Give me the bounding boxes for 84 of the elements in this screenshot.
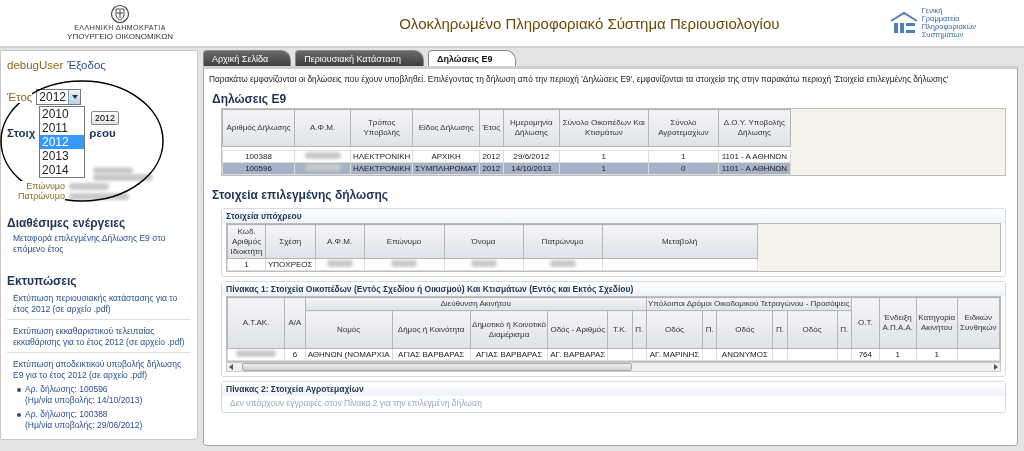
section-heading: Διαθέσιμες ενέργειες	[7, 216, 126, 230]
column-header: Σύνολο Οικοπέδων Και Κτισμάτων	[559, 109, 649, 147]
table-cell: 29/6/2012	[503, 150, 560, 163]
year-select[interactable]: 2012	[36, 89, 82, 105]
section-heading: Στοιχ	[7, 127, 36, 139]
panel-title: Στοιχεία υπόχρεου	[222, 209, 1005, 223]
empty-message: Δεν υπάρχουν εγγραφές στον Πίνακα 2 για την επιλεγμένη δήλωση	[229, 397, 483, 408]
receipt-link[interactable]: Αρ. δήλωσης: 100388	[25, 409, 143, 420]
table-cell: 1	[559, 150, 649, 163]
column-header: Κωδ. Αριθμός Ιδιοκτήτη	[227, 224, 266, 259]
panel-title: Πίνακας 2: Στοιχεία Αγροτεμαχίων	[222, 382, 1005, 396]
column-header: Α.Φ.Μ.	[294, 109, 351, 147]
column-header: Είδος Δήλωσης	[412, 109, 480, 147]
column-header: Α.Φ.Μ.	[315, 224, 364, 259]
column-header: Α.Τ.ΑΚ.	[227, 297, 285, 349]
column-header: Σύνολο Αγροτεμαχίων	[648, 109, 719, 147]
print-link[interactable]: Εκτύπωση εκκαθαριστικού τελευταίας εκκαθάρισης για το έτος 2012 (σε αρχείο .pdf)	[13, 326, 191, 348]
receipt-link[interactable]: Αρ. δήλωσης: 100596	[25, 384, 143, 395]
redacted-value	[304, 152, 341, 159]
column-header: Επώνυμο	[364, 224, 444, 259]
column-header: Οδός	[646, 310, 703, 349]
column-header: Δήμος ή Κοινότητα	[392, 310, 471, 349]
intro-text: Παρακάτω εμφανίζονται οι δηλώσεις που έχουν υποβληθεί. Επιλέγοντας τη δήλωση από την περιοχή 'Δηλώσεις Ε9', εμφανίζονται τα στοιχεία της στην παρακάτω περιοχή 'Στοιχεία επιλεγμένης δήλωσης'	[209, 74, 950, 84]
year-label: Έτος	[7, 91, 33, 103]
bullet-icon	[17, 413, 21, 417]
column-header: Όνομα	[444, 224, 523, 259]
table-cell: 100388	[222, 150, 295, 163]
table-cell: ΑΡΧΙΚΗ	[412, 150, 480, 163]
receipt-date[interactable]: (Ημ/νία υποβολής: 14/10/2013)	[25, 395, 143, 406]
section-heading: Εκτυπώσεις	[7, 274, 77, 288]
column-header: Κατηγορία Ακινήτου	[916, 297, 958, 349]
user-name: debugUser	[7, 59, 64, 71]
column-header: Ένδειξη Α.Π.Α.Α.	[879, 297, 917, 349]
app-title: Ολοκληρωμένο Πληροφοριακό Σύστημα Περιουσιολογίου	[399, 14, 780, 32]
tab[interactable]: Δηλώσεις Ε9	[427, 50, 516, 66]
scroll-thumb[interactable]	[242, 363, 632, 371]
redacted-value	[69, 192, 129, 200]
redacted-value	[304, 164, 341, 171]
column-header: Οδός	[716, 310, 773, 349]
emblem-icon	[110, 4, 130, 24]
table-cell: ΗΛΕΚΤΡΟΝΙΚΗ	[350, 150, 413, 163]
column-header: Ειδικών Συνθηκών	[957, 297, 1000, 349]
section-heading: Δηλώσεις Ε9	[212, 92, 288, 106]
table-cell: 1101 - Α ΑΘΗΝΩΝ	[718, 150, 791, 163]
column-header: Πατρώνυμο	[523, 224, 602, 259]
column-header: Νομός	[305, 310, 392, 349]
column-header: Δ.Ο.Υ. Υποβολής Δήλωσης	[718, 109, 791, 147]
tooltip: 2012	[91, 111, 120, 125]
print-link[interactable]: Εκτύπωση αποδεικτικού υποβολής δήλωσης Ε9 για το έτος 2012 (σε αρχείο .pdf)	[13, 359, 191, 381]
column-header: Οδός	[787, 310, 838, 349]
column-header: Ο.Τ.	[851, 297, 880, 349]
tab[interactable]: Περιουσιακή Κατάσταση	[295, 50, 424, 66]
ministry-name: ΥΠΟΥΡΓΕΙΟ ΟΙΚΟΝΟΜΙΚΩΝ	[67, 32, 173, 42]
column-header: Οδός - Αριθμός	[547, 310, 608, 349]
column-header: Τρόπος Υποβολής	[350, 109, 413, 147]
action-link[interactable]: Μεταφορά επιλεγμένης Δήλωσης Ε9 στο επόμενο έτος	[7, 233, 191, 255]
redacted-value	[236, 350, 277, 357]
receipt-date[interactable]: (Ημ/νία υποβολής: 29/06/2012)	[25, 420, 143, 431]
column-header: Δημοτικό ή Κοινοτικό Διαμέρισμα	[470, 310, 548, 349]
section-heading: Στοιχεία επιλεγμένης δήλωσης	[212, 188, 389, 202]
scroll-right-icon[interactable]	[993, 364, 998, 370]
caret-icon	[71, 95, 78, 99]
column-header: Ημερομηνία Δήλωσης	[503, 109, 560, 147]
column-header: Αριθμός Δήλωσης	[222, 109, 295, 147]
table-cell: 1	[648, 150, 719, 163]
horizontal-scrollbar[interactable]	[226, 362, 1001, 372]
redacted-value	[470, 260, 497, 267]
column-header: Έτος	[479, 109, 504, 147]
column-header: Α/Α	[284, 297, 306, 349]
print-link[interactable]: Εκτύπωση περιουσιακής κατάστασης για το έτος 2012 (σε αρχείο .pdf)	[13, 293, 191, 315]
tab[interactable]: Αρχική Σελίδα	[203, 50, 292, 66]
group-header: Υπόλοιποι Δρόμοι Οικοδομικού Τετραγώνου - Προσόψεις	[646, 297, 852, 311]
bullet-icon	[17, 388, 21, 392]
column-header: Σχέση	[265, 224, 315, 259]
scroll-left-icon[interactable]	[229, 364, 234, 370]
column-header: Μεταβολή	[602, 224, 757, 259]
redacted-value	[391, 260, 417, 267]
redacted-value	[549, 260, 576, 267]
logout-link[interactable]: Έξοδος	[67, 59, 106, 71]
redacted-value	[326, 260, 353, 267]
table-cell: 2012	[479, 150, 504, 163]
group-header: Διεύθυνση Ακινήτου	[305, 297, 647, 311]
panel-title: Πίνακας 1: Στοιχεία Οικοπέδων (Εντός Σχεδίου ή Οικισμού) Και Κτισμάτων (Εντός και Εκτός Σχεδίου)	[222, 282, 1005, 296]
agency-logo-icon	[888, 11, 919, 35]
